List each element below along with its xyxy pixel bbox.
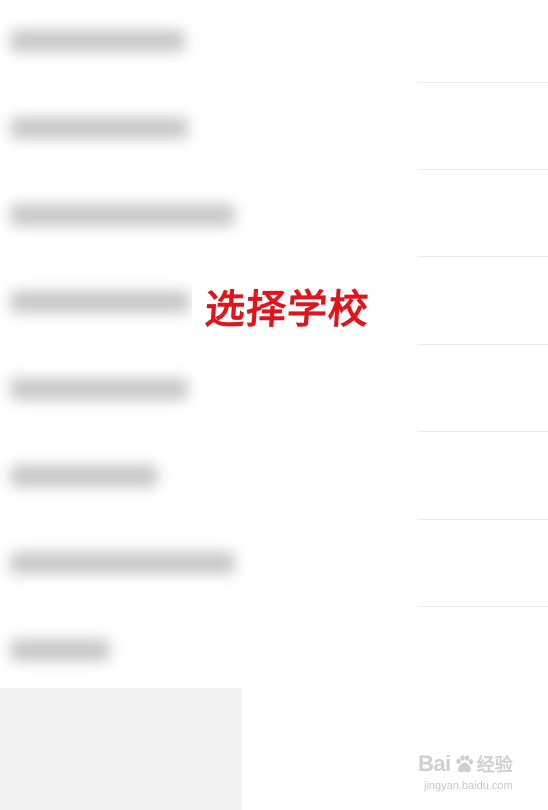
blurred-school-name [10, 552, 235, 574]
watermark-url: jingyan.baidu.com [424, 780, 513, 792]
row-divider [418, 82, 548, 83]
watermark-cn: 经验 [476, 755, 513, 776]
row-divider [418, 344, 548, 345]
blurred-school-name [10, 204, 235, 226]
paw-icon [456, 755, 473, 773]
school-selection-screen: 选择学校 Bai 经验 jingyan.baidu.com [0, 0, 548, 810]
school-list [0, 0, 242, 810]
list-item[interactable] [0, 0, 242, 87]
blurred-school-name [10, 117, 188, 139]
list-item[interactable] [0, 87, 242, 174]
blurred-school-name [10, 30, 185, 52]
blurred-school-name [10, 291, 190, 313]
list-item[interactable] [0, 435, 242, 522]
caption-text: 选择学校 [203, 286, 371, 333]
watermark-brand: Bai [418, 751, 451, 776]
row-divider [418, 606, 548, 607]
blurred-school-name [10, 378, 188, 400]
row-divider [418, 256, 548, 257]
row-divider [418, 169, 548, 170]
row-divider [418, 431, 548, 432]
list-item[interactable] [0, 522, 242, 609]
row-divider [418, 519, 548, 520]
list-item[interactable] [0, 348, 242, 435]
list-item[interactable] [0, 174, 242, 261]
blurred-school-name [10, 465, 158, 487]
blurred-school-name [10, 639, 110, 661]
right-column [418, 0, 548, 810]
caption-overlay: 选择学校 [192, 284, 382, 336]
watermark: Bai 经验 jingyan.baidu.com [418, 748, 543, 800]
empty-list-panel [0, 688, 242, 810]
list-item[interactable] [0, 609, 242, 696]
